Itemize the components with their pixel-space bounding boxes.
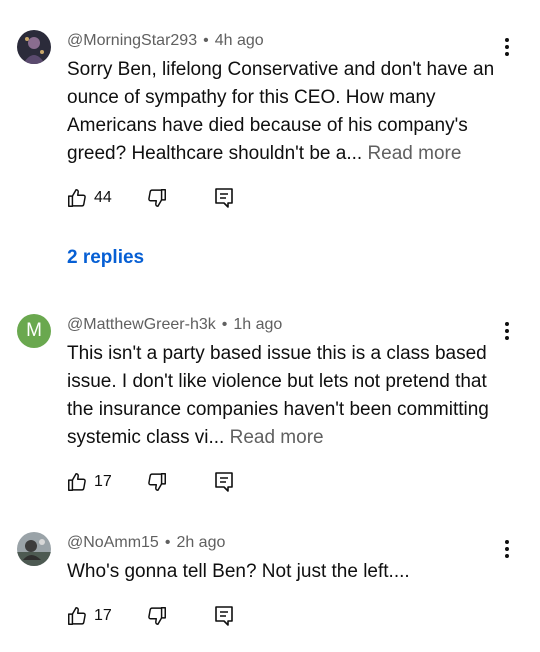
avatar[interactable]: [17, 30, 51, 64]
avatar[interactable]: M: [17, 314, 51, 348]
thumbs-down-icon: [148, 607, 166, 625]
comment-text: Who's gonna tell Ben? Not just the left.…: [67, 561, 410, 582]
dislike-button[interactable]: [146, 186, 168, 210]
timestamp: 1h ago: [233, 316, 283, 333]
comment-meta: @NoAmm15 • 2h ago: [67, 534, 225, 552]
comment-text-block: Sorry Ben, lifelong Conservative and don…: [67, 56, 507, 168]
reply-button[interactable]: [214, 186, 234, 210]
comment-text-block: This isn't a party based issue this is a…: [67, 340, 507, 452]
like-button[interactable]: 44: [66, 186, 112, 210]
author-name[interactable]: @NoAmm15: [67, 534, 159, 551]
comment-text-block: Who's gonna tell Ben? Not just the left.…: [67, 558, 507, 586]
avatar[interactable]: [17, 532, 51, 566]
thumbs-up-icon: [68, 189, 86, 207]
replies-toggle[interactable]: 2 replies: [67, 247, 144, 269]
comment-meta: @MatthewGreer-h3k • 1h ago: [67, 316, 282, 334]
thumbs-down-icon: [148, 473, 166, 491]
thumbs-up-icon: [68, 473, 86, 491]
author-name[interactable]: @MorningStar293: [67, 32, 197, 49]
thumbs-up-icon: [68, 607, 86, 625]
read-more-link[interactable]: Read more: [367, 143, 461, 164]
reply-icon: [215, 188, 233, 208]
read-more-link[interactable]: Read more: [230, 427, 324, 448]
separator-dot: •: [221, 316, 228, 333]
separator-dot: •: [164, 534, 171, 551]
like-count: 17: [94, 607, 112, 624]
like-button[interactable]: 17: [66, 470, 112, 494]
like-button[interactable]: 17: [66, 604, 112, 628]
like-count: 44: [94, 189, 112, 206]
dislike-button[interactable]: [146, 604, 168, 628]
dislike-button[interactable]: [146, 470, 168, 494]
comment-meta: @MorningStar293 • 4h ago: [67, 32, 264, 50]
timestamp: 4h ago: [214, 32, 264, 49]
like-count: 17: [94, 473, 112, 490]
separator-dot: •: [203, 32, 209, 49]
reply-button[interactable]: [214, 470, 234, 494]
timestamp: 2h ago: [176, 534, 226, 551]
reply-icon: [215, 472, 233, 492]
reply-button[interactable]: [214, 604, 234, 628]
avatar-letter: M: [26, 320, 42, 341]
reply-icon: [215, 606, 233, 626]
author-name[interactable]: @MatthewGreer-h3k: [67, 316, 216, 333]
thumbs-down-icon: [148, 189, 166, 207]
